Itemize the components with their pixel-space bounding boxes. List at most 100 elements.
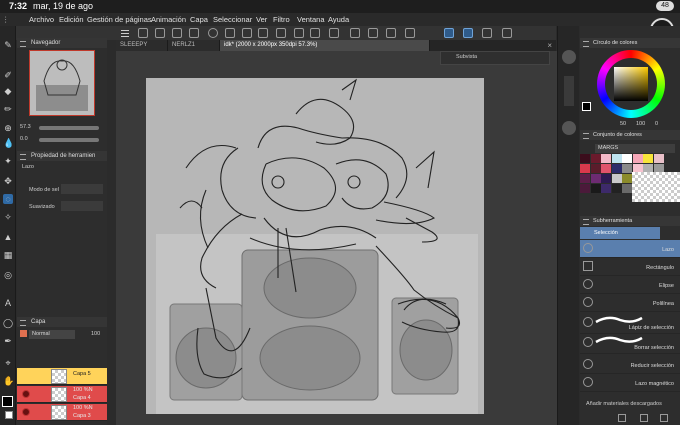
color-swatch[interactable] [643, 154, 653, 163]
navigator-zoom-slider[interactable] [39, 126, 99, 130]
sub-color-swatch[interactable] [5, 411, 13, 419]
snap-line-icon[interactable] [368, 28, 378, 38]
sub-tool-reducir-seleccion[interactable]: Reducir selección [580, 356, 680, 374]
color-swatch[interactable] [653, 154, 664, 163]
menu-archivo[interactable]: Archivo [29, 15, 54, 24]
navigator-thumbnail[interactable] [29, 50, 95, 116]
layer-header[interactable]: Capa [17, 317, 107, 327]
timelapse-icon[interactable] [502, 28, 512, 38]
stabilizer-icon[interactable] [482, 28, 492, 38]
color-swatch[interactable] [622, 184, 632, 193]
add-downloaded-materials[interactable]: Añadir materiales descargados [586, 401, 662, 407]
menu-gestion-paginas[interactable]: Gestión de páginas [87, 15, 152, 24]
color-swatch[interactable] [601, 154, 611, 163]
sub-tool-lazo-magnetico[interactable]: Lazo magnético [580, 374, 680, 392]
eraser-tool-icon[interactable]: ◆ [3, 86, 13, 96]
airbrush-tool-icon[interactable]: ⊕ [3, 123, 13, 133]
color-wheel-header[interactable]: Círculo de colores [580, 38, 680, 48]
navigator-header[interactable]: Navegador [17, 38, 107, 48]
color-swatch[interactable] [622, 154, 632, 163]
color-swatch[interactable] [590, 164, 601, 173]
current-color-swatch[interactable] [582, 102, 591, 111]
color-swatch[interactable] [622, 164, 632, 173]
color-swatch[interactable] [601, 184, 611, 193]
brush-size-icon[interactable]: ✎ [3, 40, 13, 50]
hue-ring[interactable] [597, 50, 665, 118]
new-file-icon[interactable] [138, 28, 148, 38]
menu-ver[interactable]: Ver [256, 15, 267, 24]
sub-tool-lapiz-seleccion[interactable]: Lápiz de selección [580, 314, 680, 334]
menu-capa[interactable]: Capa [190, 15, 208, 24]
menu-edicion[interactable]: Edición [59, 15, 84, 24]
transform-icon[interactable] [276, 28, 286, 38]
select-all-icon[interactable] [310, 28, 320, 38]
sub-tool-elipse[interactable]: Elipse [580, 276, 680, 294]
layer-row[interactable]: 100 %N Capa 4 [17, 386, 107, 403]
blend-tool-icon[interactable]: 💧 [3, 138, 14, 148]
deselect-icon[interactable] [225, 28, 235, 38]
sub-tool-header[interactable]: Subherramienta [580, 216, 680, 226]
figure-tool-icon[interactable]: ◎ [3, 270, 13, 280]
lasso-tool-icon[interactable]: ◌ [3, 194, 13, 204]
menu-ventana[interactable]: Ventana [297, 15, 325, 24]
fill-icon[interactable] [258, 28, 268, 38]
layer-row[interactable]: 100 %N Capa 3 [17, 404, 107, 421]
hamburger-icon[interactable] [120, 28, 130, 38]
layer-row[interactable]: Capa 5 [17, 368, 107, 385]
snap-curve-icon[interactable] [386, 28, 396, 38]
open-file-icon[interactable] [155, 28, 165, 38]
opacity-preview-icon[interactable] [562, 121, 576, 135]
color-swatch[interactable] [611, 184, 622, 193]
menu-animacion[interactable]: Animación [151, 15, 186, 24]
sub-tool-polilinea[interactable]: Polilínea [580, 294, 680, 312]
color-swatch[interactable] [590, 174, 601, 183]
tab-sleeepy[interactable]: SLEEEPY [116, 40, 168, 51]
color-swatch[interactable] [580, 154, 590, 163]
color-swatch[interactable] [590, 184, 601, 193]
snap-grid-icon[interactable] [405, 28, 415, 38]
color-swatch[interactable] [580, 164, 590, 173]
pencil-tool-icon[interactable]: ✏ [3, 104, 13, 114]
move-tool-icon[interactable]: ✥ [3, 176, 13, 186]
saturation-value-square[interactable] [614, 67, 648, 101]
color-swatch[interactable] [611, 164, 622, 173]
sub-tool-rectangulo[interactable]: Rectángulo [580, 258, 680, 276]
tool-property-header[interactable]: Propiedad de herramien [17, 151, 107, 161]
sub-tool-new-icon[interactable] [640, 414, 648, 422]
sub-tool-group-tab[interactable]: Selección [580, 227, 660, 239]
color-swatch[interactable] [611, 174, 622, 183]
crop-icon[interactable] [329, 28, 339, 38]
text-tool-icon[interactable]: A [3, 298, 13, 308]
fill-tool-icon[interactable]: ▲ [3, 232, 13, 242]
main-color-swatch[interactable] [2, 396, 13, 407]
tab-idk[interactable]: idk* (2000 x 2000px 350dpi 57.3%) [220, 40, 430, 51]
color-set-header[interactable]: Conjunto de colores [580, 130, 680, 140]
pen-tool-icon[interactable]: ✐ [3, 70, 13, 80]
correct-line-tool-icon[interactable]: ✒ [3, 336, 13, 346]
balloon-tool-icon[interactable]: ◯ [3, 318, 13, 328]
transparent-swatch[interactable] [632, 172, 680, 202]
navigator-zoom-value[interactable]: 57.3 [20, 124, 31, 130]
clear-icon[interactable] [242, 28, 252, 38]
color-set-select[interactable]: MARGS [595, 144, 675, 153]
auto-select-tool-icon[interactable]: ✧ [3, 212, 13, 222]
decoration-tool-icon[interactable]: ✦ [3, 156, 13, 166]
brush-size-preview-icon[interactable] [562, 50, 576, 64]
menu-filtro[interactable]: Filtro [273, 15, 290, 24]
gradient-tool-icon[interactable]: ▦ [3, 250, 13, 260]
sub-tool-borrar-seleccion[interactable]: Borrar selección [580, 334, 680, 354]
selection-mode-buttons[interactable] [61, 184, 103, 194]
trash-icon[interactable] [660, 414, 668, 422]
color-swatch[interactable] [622, 174, 632, 183]
sub-tool-lazo[interactable]: Lazo [580, 240, 680, 258]
brush-size-slider[interactable] [564, 76, 574, 106]
navigator-rotation-slider[interactable] [39, 138, 99, 142]
color-swatch[interactable] [611, 154, 622, 163]
color-swatch[interactable] [601, 164, 611, 173]
undo-icon[interactable] [208, 28, 218, 38]
eyedropper-tool-icon[interactable]: ⌖ [3, 358, 13, 368]
color-swatch[interactable] [632, 154, 643, 163]
ruler-icon[interactable] [350, 28, 360, 38]
hand-tool-icon[interactable]: ✋ [3, 376, 14, 386]
eye-icon[interactable] [22, 408, 30, 416]
